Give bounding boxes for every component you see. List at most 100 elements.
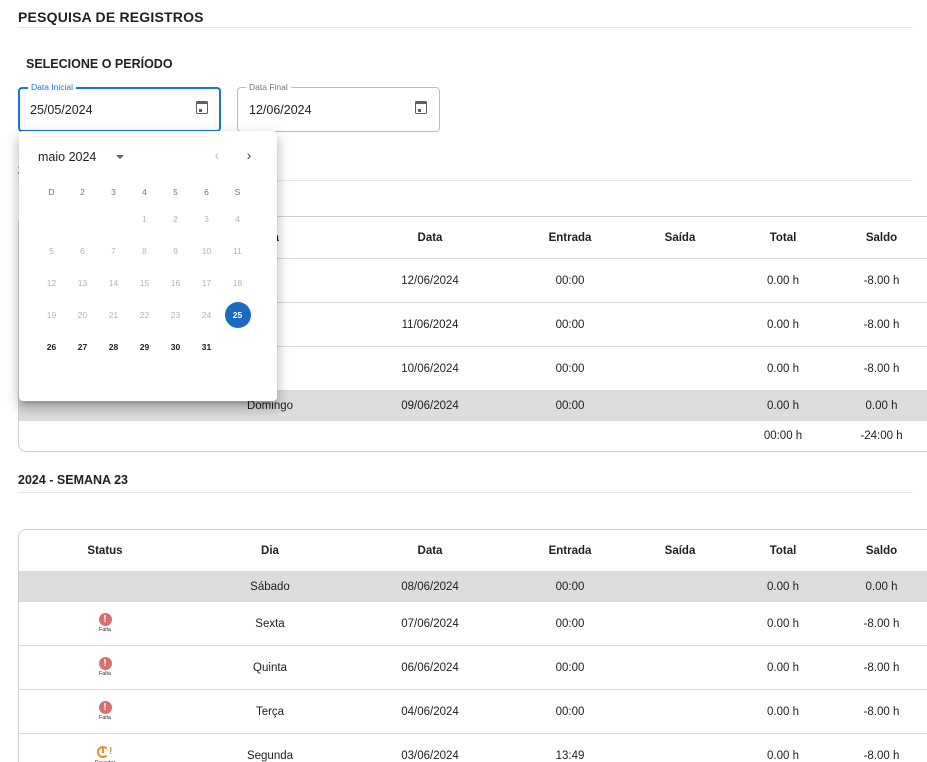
status-badge: !Devedor: [19, 745, 191, 762]
cell-data: 06/06/2024: [401, 661, 459, 674]
summary-saldo: -24:00 h: [860, 430, 903, 442]
column-header[interactable]: Entrada: [511, 232, 629, 244]
cell-total: 0.00 h: [767, 661, 799, 674]
calendar-day: 8: [142, 246, 147, 256]
page-title: PESQUISA DE REGISTROS: [18, 9, 204, 25]
summary-total: 00:00 h: [763, 430, 803, 442]
date-picker-popup: maio 2024 ‹ › D23456S 1 2 3 4 5 6 7 8 9 10 11 12 13 1…: [19, 131, 277, 401]
cell-entrada: 00:00: [555, 580, 585, 593]
weekday-label: S: [234, 187, 241, 197]
prev-month-button[interactable]: ‹: [207, 145, 227, 165]
calendar-day[interactable]: 30: [163, 334, 189, 360]
cell-total: 0.00 h: [767, 362, 799, 375]
end-date-field[interactable]: Data Final 12/06/2024: [237, 81, 440, 132]
day-slot: 15: [129, 270, 160, 296]
calendar-day[interactable]: 28: [101, 334, 127, 360]
day-slot: 16: [160, 270, 191, 296]
column-header[interactable]: Data: [349, 232, 511, 244]
calendar-day[interactable]: 31: [194, 334, 220, 360]
table-row[interactable]: ! Falta Sexta 07/06/2024 00:00 0.00 h -8.00 h: [19, 602, 927, 646]
calendar-day: 1: [142, 214, 147, 224]
weekday-header: D 2 3 4 5 6 S: [36, 187, 253, 197]
table-row[interactable]: ! Falta Quinta 06/06/2024 00:00 0.00 h -8.00 h: [19, 646, 927, 690]
calendar-icon[interactable]: [196, 101, 208, 114]
calendar-day: 11: [233, 246, 242, 256]
status-label: Falta: [98, 671, 112, 678]
status-badge: ! Falta: [19, 701, 191, 722]
table-row[interactable]: Sábado 08/06/2024 00:00 0.00 h 0.00 h: [19, 572, 927, 602]
week23-table: Status Dia Data Entrada Saída Total Saldo Sábad…: [18, 529, 927, 762]
column-header[interactable]: Entrada: [511, 545, 629, 557]
calendar-week: 26 27 28 29 30 31: [36, 334, 253, 360]
table-row[interactable]: !Devedor Segunda 03/06/2024 13:49 0.00 h -8.0…: [19, 734, 927, 762]
cell-total: 0.00 h: [767, 705, 799, 718]
column-header[interactable]: Saldo: [835, 232, 927, 244]
next-month-button[interactable]: ›: [239, 145, 259, 165]
day-slot: 1: [129, 206, 160, 232]
table-row[interactable]: ! Falta Terça 04/06/2024 00:00 0.00 h -8.00 h: [19, 690, 927, 734]
day-slot: 10: [191, 238, 222, 264]
cell-dia: Domingo: [246, 399, 294, 412]
column-header[interactable]: Status: [19, 545, 191, 557]
cell-total: 0.00 h: [767, 580, 799, 593]
cell-dia: Sexta: [255, 617, 285, 630]
alert-circle-icon: !: [98, 657, 112, 671]
cell-dia: Terça: [255, 705, 285, 718]
calendar-day: 7: [111, 246, 116, 256]
title-divider: [18, 27, 913, 28]
calendar-day: 17: [201, 278, 212, 288]
column-header[interactable]: Dia: [191, 545, 349, 557]
table-summary-row: 00:00 h -24:00 h: [19, 421, 927, 451]
column-header[interactable]: Total: [731, 232, 835, 244]
day-slot: 17: [191, 270, 222, 296]
cell-saldo: 0.00 h: [865, 580, 898, 593]
week23-heading: 2024 - SEMANA 23: [18, 473, 128, 487]
column-header[interactable]: Data: [349, 545, 511, 557]
status-cell: ! Falta: [19, 701, 191, 722]
cell-data: 03/06/2024: [401, 750, 459, 762]
cell-saldo: -8.00 h: [863, 661, 900, 674]
calendar-day: 16: [170, 278, 181, 288]
column-header[interactable]: Saldo: [835, 545, 927, 557]
weekday-label: D: [48, 187, 55, 197]
cell-total: 0.00 h: [767, 274, 799, 287]
calendar-day: 4: [235, 214, 240, 224]
column-header[interactable]: Saída: [629, 232, 731, 244]
table-header: StatusDiaDataEntradaSaídaTotalSaldo: [19, 530, 927, 572]
cell-entrada: 00:00: [555, 362, 585, 375]
calendar-day[interactable]: 27: [70, 334, 96, 360]
selected-day[interactable]: 25: [224, 302, 251, 328]
status-label: Falta: [98, 627, 112, 634]
start-date-field[interactable]: Data Inicial 25/05/2024: [18, 81, 221, 132]
cell-entrada: 00:00: [555, 274, 585, 287]
day-slot: 19: [36, 302, 67, 328]
month-year-label[interactable]: maio 2024: [38, 150, 96, 164]
day-slot: 11: [222, 238, 253, 264]
cell-data: 09/06/2024: [401, 399, 459, 412]
calendar-day: 2: [173, 214, 178, 224]
column-header[interactable]: Total: [731, 545, 835, 557]
day-slot: 29: [129, 334, 160, 360]
day-slot: 24: [191, 302, 222, 328]
calendar-day: 20: [77, 310, 88, 320]
calendar-day[interactable]: 29: [132, 334, 158, 360]
status-badge: ! Falta: [19, 657, 191, 678]
cell-dia: Quinta: [253, 661, 287, 674]
weekday-label: 2: [80, 187, 85, 197]
end-date-value[interactable]: 12/06/2024: [249, 103, 312, 117]
day-slot: [67, 206, 98, 232]
cell-data: 07/06/2024: [401, 617, 459, 630]
cell-data: 12/06/2024: [401, 274, 459, 287]
calendar-day: 10: [201, 246, 212, 256]
cell-entrada: 00:00: [555, 617, 585, 630]
calendar-icon[interactable]: [415, 101, 427, 114]
alert-circle-icon: !: [98, 701, 112, 715]
calendar-day: 14: [108, 278, 119, 288]
calendar-day[interactable]: 26: [39, 334, 65, 360]
caret-down-icon[interactable]: [116, 155, 124, 159]
day-slot: 23: [160, 302, 191, 328]
start-date-value[interactable]: 25/05/2024: [30, 103, 93, 117]
calendar-day: 6: [80, 246, 85, 256]
column-header[interactable]: Saída: [629, 545, 731, 557]
weekday-label: 6: [204, 187, 209, 197]
